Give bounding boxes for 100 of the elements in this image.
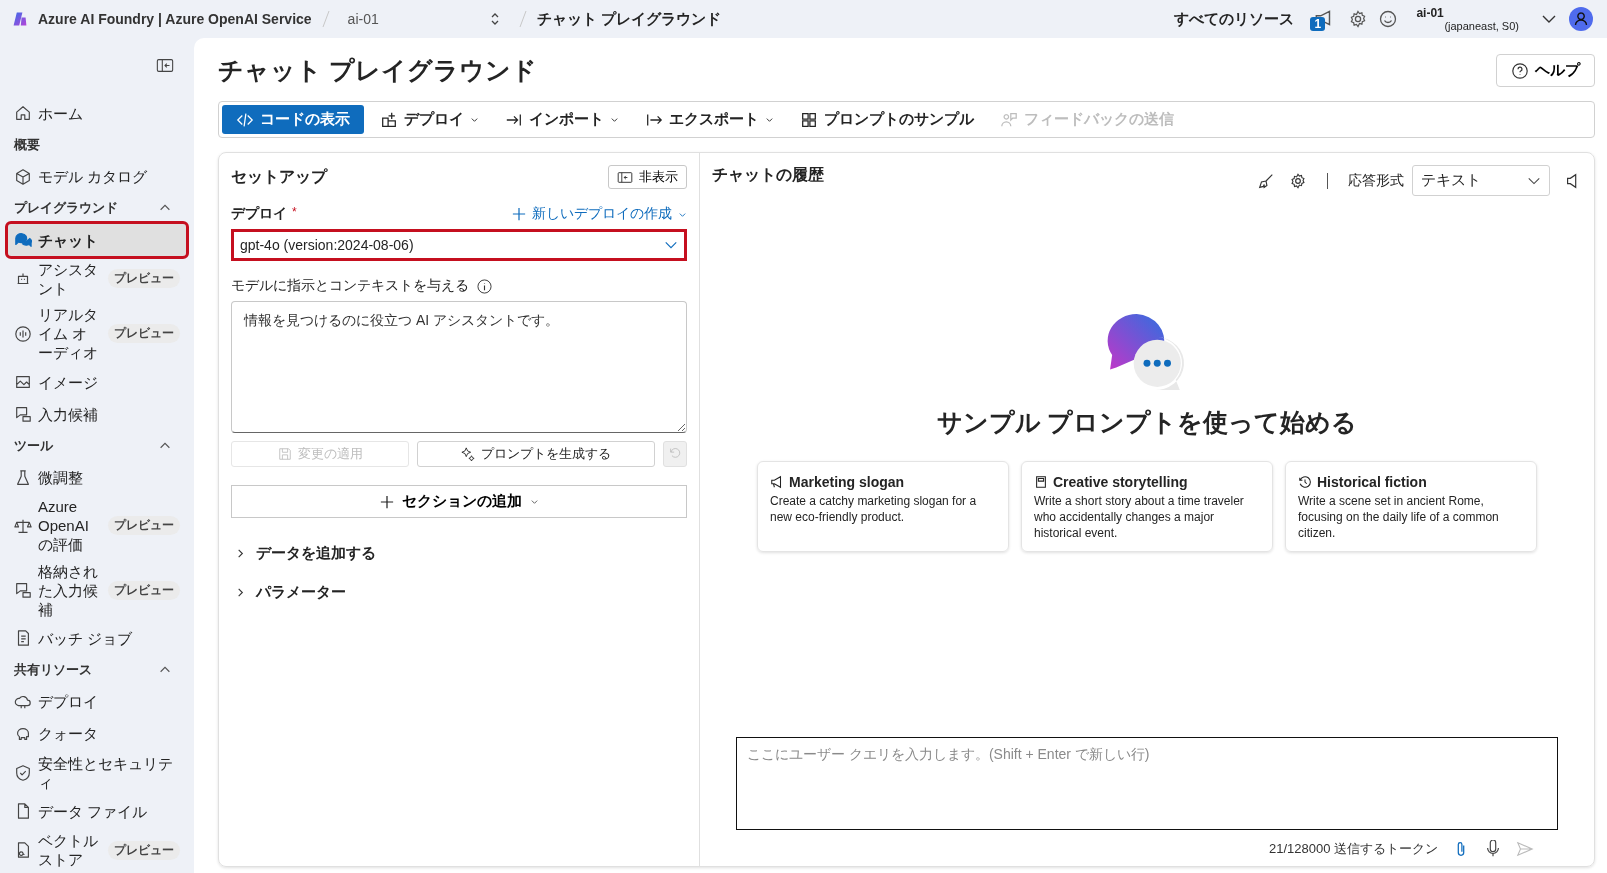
card-title: Historical fiction [1317,474,1427,490]
nav-item[interactable]: ホーム [8,97,186,129]
plus-icon [379,494,394,509]
nav-item[interactable]: 入力候補 [8,398,186,431]
help-button[interactable]: ヘルプ [1496,54,1595,87]
shield-icon [14,763,32,782]
toolbar-button[interactable]: デプロイ [370,105,489,134]
nav-section-heading[interactable]: プレイグラウンド [14,199,118,218]
panel-collapse-icon [617,170,633,184]
card-title: Marketing slogan [789,474,905,490]
nav-item[interactable]: 格納された入力候補 プレビュー [8,558,186,623]
preview-badge: プレビュー [108,516,180,536]
create-deployment-link[interactable]: 新しいデプロイの作成 [512,205,687,223]
cube-icon [14,167,32,186]
account-name[interactable]: ai-01 [1416,6,1444,20]
deployment-select[interactable]: gpt-4o (version:2024-08-06) [231,229,687,261]
response-format-select[interactable]: テキスト [1412,165,1550,196]
field-label: デプロイ [231,205,287,223]
sample-prompt-card[interactable]: Historical fiction Write a scene set in ancient Rome, focusing on the daily life of a common citizen. [1285,461,1537,552]
settings-icon[interactable] [1289,171,1307,190]
token-count: 21/128000 送信するトークン [1268,840,1438,858]
sound-wave-icon [14,324,32,343]
nav-item[interactable]: リアルタイム オーディオ プレビュー [8,301,186,367]
nav-section-heading[interactable]: 共有リソース [14,661,92,680]
toolbar-button[interactable]: エクスポート [635,105,784,134]
nav-item[interactable]: データ ファイル [8,795,186,828]
chat-input-field[interactable]: ここにユーザー クエリを入力します。(Shift + Enter で新しい行) [736,737,1558,830]
microphone-icon[interactable] [1484,840,1502,858]
preview-badge: プレビュー [108,324,180,344]
nav-item[interactable]: 微調整 [8,461,186,494]
expander-header[interactable]: パラメーター [231,583,687,602]
account-region: (japaneast, S0) [1444,20,1519,32]
chevron-down-icon [529,497,539,506]
nav-section-heading: 概要 [14,135,40,154]
toolbar-button[interactable]: プロンプトのサンプル [790,105,984,134]
sample-prompt-card[interactable]: Marketing slogan Create a catchy marketing slogan for a new eco-friendly product. [757,461,1009,552]
nav-item[interactable]: 安全性とセキュリティ [8,749,186,796]
card-description: Create a catchy marketing slogan for a new eco-friendly product. [770,493,978,525]
empty-state-heading: サンプル プロンプトを使って始める [936,407,1358,438]
panel-title: チャットの履歴 [712,165,824,185]
chat-document-icon [14,405,32,424]
nav-item[interactable]: イメージ [8,366,186,399]
project-selector[interactable]: ai-01 [339,7,509,31]
nav-item[interactable]: モデル カタログ [8,160,186,193]
card-title: Creative storytelling [1053,474,1188,490]
logo-icon [12,11,28,27]
chevron-down-icon [470,115,479,124]
nav-item[interactable]: ベクトルストア プレビュー [8,827,186,873]
field-label: 応答形式 [1348,171,1404,190]
nav-item[interactable]: デプロイ [8,685,186,718]
sparkle-icon [461,447,476,461]
card-description: Write a short story about a time traveler who accidentally changes a major historical event. [1034,493,1245,541]
breadcrumb-current: チャット プレイグラウンド [536,9,721,29]
preview-badge: プレビュー [108,580,180,600]
app-title[interactable]: Azure AI Foundry | Azure OpenAI Service [38,11,312,27]
preview-badge: プレビュー [108,840,180,860]
breadcrumb-separator [321,9,330,29]
apps-add-icon [380,110,398,129]
chat-icon [14,231,32,250]
nav-section-heading[interactable]: ツール [14,436,53,455]
hide-button[interactable]: 非表示 [608,165,687,189]
preview-badge: プレビュー [108,269,180,289]
notification-badge: 1 [1310,17,1326,31]
card-description: Write a scene set in ancient Rome, focusing on the daily life of a common citizen. [1298,493,1500,541]
nav-item[interactable]: クォータ [8,717,186,750]
megaphone-icon [770,475,784,489]
nav-item[interactable]: バッチ ジョブ [8,622,186,655]
smiley-icon[interactable] [1378,9,1399,29]
nav-item[interactable]: アシスタント プレビュー [8,256,186,302]
field-label: モデルに指示とコンテキストを与える [231,277,469,295]
book-icon [1034,475,1048,489]
toolbar-button[interactable]: コードの表示 [222,105,364,134]
toolbar-button[interactable]: インポート [495,105,629,134]
home-icon [14,104,32,122]
nav-item[interactable]: チャット [8,224,186,257]
save-icon [277,447,292,461]
breadcrumb-separator [518,9,527,29]
grid-icon [800,110,818,129]
all-resources-link[interactable]: すべてのリソース [1174,9,1295,29]
nav-item[interactable]: Azure OpenAI の評価 プレビュー [8,493,186,558]
generate-prompt-button[interactable]: プロンプトを生成する [417,441,655,467]
chat-document-icon [14,581,32,600]
chevron-down-icon [765,115,774,124]
page-title: チャット プレイグラウンド [218,55,537,86]
add-section-button[interactable]: セクションの追加 [231,485,687,518]
info-icon[interactable] [477,278,492,294]
announcements-button[interactable]: 1 [1310,5,1339,33]
system-message-field[interactable]: 情報を見つけるのに役立つ AI アシスタントです。 [231,301,687,433]
flask-icon [14,468,32,487]
people-feedback-icon [1000,110,1018,129]
expander-header[interactable]: データを追加する [231,544,687,563]
undo-icon [668,445,682,460]
history-icon [1298,475,1312,489]
question-icon [1511,61,1529,80]
chevron-down-icon [610,115,619,124]
plus-icon [512,207,526,221]
required-mark: * [292,205,297,221]
sample-prompt-card[interactable]: Creative storytelling Write a short story about a time traveler who accidentally changes a major historical event. [1021,461,1273,552]
avatar-icon[interactable] [1569,7,1593,31]
collapse-sidebar-icon[interactable] [156,58,174,73]
